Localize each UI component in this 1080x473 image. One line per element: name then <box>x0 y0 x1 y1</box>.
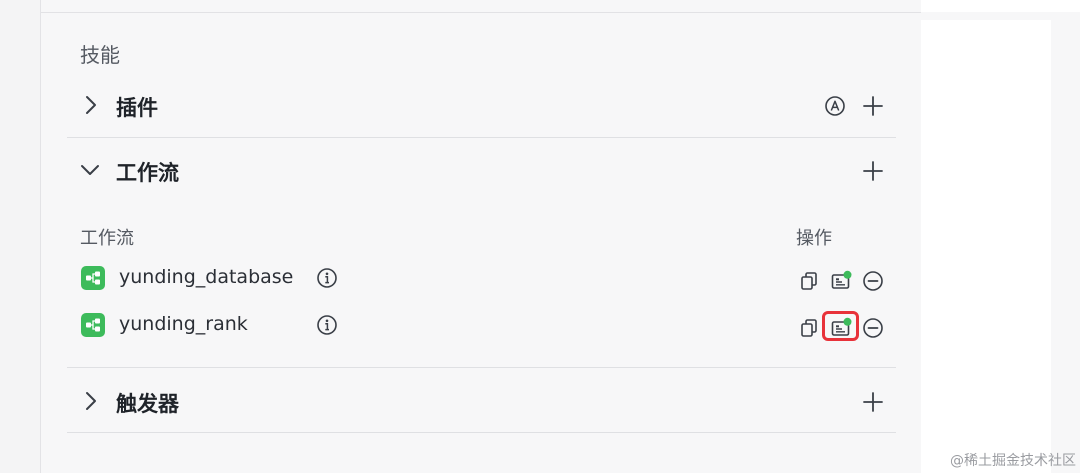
plugins-expand-chevron-icon[interactable] <box>80 94 102 116</box>
remove-workflow-icon[interactable] <box>862 270 884 292</box>
add-workflow-button[interactable] <box>861 159 885 183</box>
workflow-collapse-chevron-icon[interactable] <box>79 159 101 181</box>
info-icon[interactable] <box>316 314 338 336</box>
plugins-divider <box>67 137 896 138</box>
info-icon[interactable] <box>316 267 338 289</box>
remove-workflow-icon[interactable] <box>862 317 884 339</box>
highlight-annotation-box <box>822 311 859 341</box>
workflow-settings-icon[interactable] <box>830 270 852 292</box>
copy-icon[interactable] <box>798 317 820 339</box>
add-plugin-button[interactable] <box>861 94 885 118</box>
workflow-name-link[interactable]: yunding_database <box>119 266 293 288</box>
add-trigger-button[interactable] <box>861 390 885 414</box>
copy-icon[interactable] <box>798 270 820 292</box>
workflow-icon <box>81 313 105 337</box>
auto-add-icon[interactable] <box>824 95 846 117</box>
skills-section-title: 技能 <box>80 43 120 67</box>
workflow-divider <box>67 367 896 368</box>
top-divider <box>41 12 921 13</box>
actions-column-header: 操作 <box>796 228 832 249</box>
watermark-text: @稀土掘金技术社区 <box>950 453 1076 469</box>
workflow-group-label[interactable]: 工作流 <box>116 157 179 187</box>
workflow-icon <box>81 266 105 290</box>
triggers-expand-chevron-icon[interactable] <box>80 390 102 412</box>
workflow-column-header: 工作流 <box>80 228 134 249</box>
workflow-name-link[interactable]: yunding_rank <box>119 313 248 335</box>
plugins-group-label[interactable]: 插件 <box>116 92 158 122</box>
right-top-strip <box>921 0 1080 12</box>
triggers-divider <box>67 432 896 433</box>
triggers-group-label[interactable]: 触发器 <box>116 388 179 418</box>
right-preview-card <box>921 20 1051 473</box>
left-sidebar-edge <box>0 0 41 473</box>
